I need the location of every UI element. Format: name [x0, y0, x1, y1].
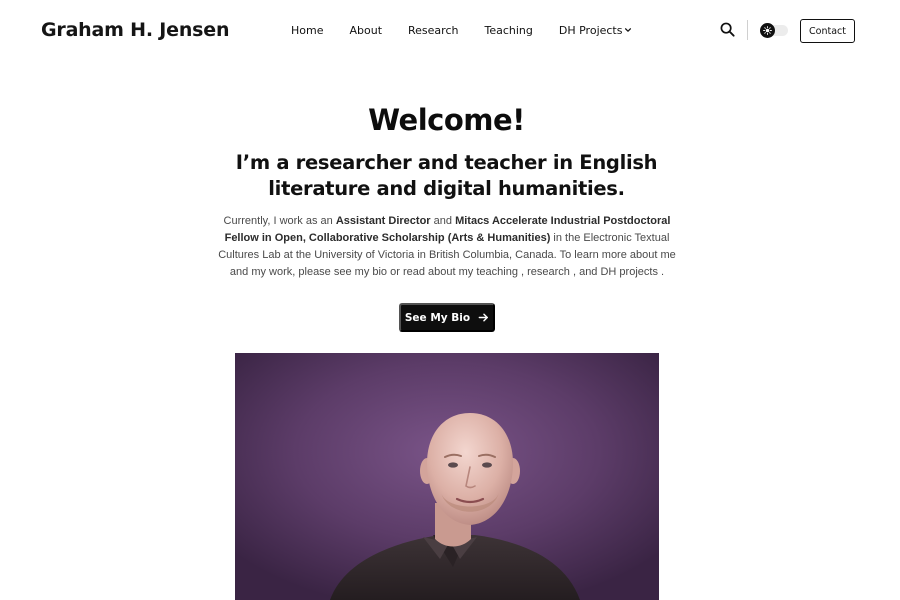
- nav-dh-projects-label: DH Projects: [558, 23, 623, 37]
- link-my-bio[interactable]: my bio: [355, 266, 387, 278]
- intro-text-4: or read about: [387, 266, 459, 278]
- toggle-knob: [760, 23, 775, 38]
- nav-about-label: About: [349, 23, 383, 37]
- contact-button[interactable]: Contact: [800, 19, 855, 43]
- search-icon[interactable]: [720, 22, 735, 37]
- site-title[interactable]: Graham H. Jensen: [41, 16, 229, 44]
- page: Graham H. Jensen Home About Research Tea…: [0, 0, 900, 600]
- intro-text-1: Currently, I work as an: [223, 215, 336, 227]
- intro-text-6: , and: [569, 266, 601, 278]
- link-my-teaching[interactable]: my teaching: [459, 266, 518, 278]
- nav-research[interactable]: Research: [408, 24, 458, 37]
- see-my-bio-label: See My Bio: [404, 311, 471, 324]
- welcome-heading: Welcome!: [368, 103, 525, 137]
- nav-teaching-label: Teaching: [484, 23, 533, 37]
- intro-text-7: .: [657, 266, 665, 278]
- chevron-down-icon: [625, 28, 632, 32]
- nav-dh-projects[interactable]: DH Projects: [559, 24, 633, 37]
- portrait-photo: [235, 353, 659, 600]
- see-my-bio-button[interactable]: See My Bio: [399, 303, 495, 332]
- nav-about[interactable]: About: [349, 24, 382, 37]
- portrait-illustration: [235, 353, 659, 600]
- theme-toggle[interactable]: [760, 23, 788, 38]
- sun-icon: [763, 26, 772, 35]
- hero-subtitle: I’m a researcher and teacher in English …: [235, 151, 658, 200]
- intro-role: Assistant Director: [335, 215, 431, 227]
- intro-paragraph: Currently, I work as an Assistant Direct…: [214, 213, 680, 281]
- main-nav: Home About Research Teaching DH Projects: [291, 21, 632, 39]
- intro-text-5: ,: [517, 266, 528, 278]
- nav-home[interactable]: Home: [291, 24, 323, 37]
- intro-text-2: and: [430, 215, 456, 227]
- nav-teaching[interactable]: Teaching: [484, 24, 532, 37]
- link-dh-projects[interactable]: DH projects: [600, 266, 657, 278]
- arrow-right-icon: [478, 313, 489, 322]
- nav-research-label: Research: [408, 23, 459, 37]
- nav-home-label: Home: [291, 23, 324, 37]
- link-research[interactable]: research: [527, 266, 570, 278]
- header-divider: [747, 20, 748, 40]
